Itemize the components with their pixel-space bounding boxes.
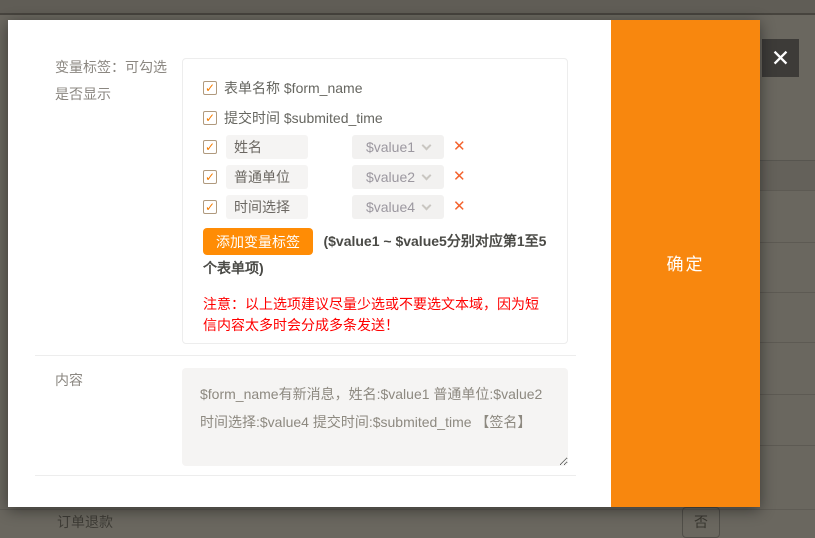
- field-name-input[interactable]: [226, 165, 308, 189]
- variable-row: ✓ $value2 ✕: [203, 165, 547, 189]
- checkbox[interactable]: ✓: [203, 111, 217, 125]
- chevron-down-icon: [422, 140, 432, 150]
- checkbox[interactable]: ✓: [203, 200, 217, 214]
- screen: 订单退款 否 ✕ 变量标签：可勾选是否显示 ✓ 表单名称 $form_name …: [0, 0, 815, 538]
- fixed-option-row: ✓ 表单名称 $form_name: [203, 77, 547, 99]
- background-table-line: [760, 242, 815, 243]
- checkbox[interactable]: ✓: [203, 81, 217, 95]
- remove-icon[interactable]: ✕: [453, 195, 466, 219]
- value-select-text: $value2: [366, 169, 415, 185]
- background-no-button: 否: [682, 507, 720, 538]
- section-divider: [35, 475, 576, 476]
- variable-row: ✓ $value4 ✕: [203, 195, 547, 219]
- sms-content-textarea[interactable]: $form_name有新消息，姓名:$value1 普通单位:$value2 时…: [182, 368, 568, 466]
- remove-icon[interactable]: ✕: [453, 165, 466, 189]
- chevron-down-icon: [422, 170, 432, 180]
- remove-icon[interactable]: ✕: [453, 135, 466, 159]
- checkbox[interactable]: ✓: [203, 140, 217, 154]
- background-table-line: [760, 190, 815, 191]
- background-table-line: [760, 342, 815, 343]
- background-row-label: 订单退款: [57, 512, 113, 532]
- variable-row: ✓ $value1 ✕: [203, 135, 547, 159]
- fixed-option-label: 提交时间 $submited_time: [224, 108, 383, 128]
- value-select[interactable]: $value4: [352, 195, 444, 219]
- content-label: 内容: [55, 370, 83, 390]
- field-name-input[interactable]: [226, 195, 308, 219]
- confirm-button[interactable]: 确定: [611, 250, 760, 275]
- background-top-divider: [0, 13, 815, 15]
- background-table-line: [760, 160, 815, 161]
- warning-text: 注意：以上选项建议尽量少选或不要选文本域，因为短信内容太多时会分成多条发送！: [203, 294, 547, 336]
- fixed-option-row: ✓ 提交时间 $submited_time: [203, 107, 547, 129]
- variable-options-box: ✓ 表单名称 $form_name ✓ 提交时间 $submited_time …: [182, 58, 568, 344]
- sms-variable-dialog: 变量标签：可勾选是否显示 ✓ 表单名称 $form_name ✓ 提交时间 $s…: [8, 20, 760, 507]
- chevron-down-icon: [422, 200, 432, 210]
- value-select-text: $value4: [366, 199, 415, 215]
- fixed-option-label: 表单名称 $form_name: [224, 78, 362, 98]
- add-variable-button[interactable]: 添加变量标签: [203, 228, 313, 255]
- close-icon[interactable]: ✕: [762, 39, 799, 77]
- section-divider: [35, 355, 576, 356]
- background-table-band: [760, 160, 815, 190]
- value-select[interactable]: $value1: [352, 135, 444, 159]
- background-table-line: [760, 292, 815, 293]
- value-select-text: $value1: [366, 139, 415, 155]
- background-table-line: [760, 394, 815, 395]
- checkbox[interactable]: ✓: [203, 170, 217, 184]
- value-select[interactable]: $value2: [352, 165, 444, 189]
- background-top-strip: [0, 0, 815, 13]
- field-name-input[interactable]: [226, 135, 308, 159]
- variable-section-label: 变量标签：可勾选是否显示: [55, 54, 173, 108]
- add-variable-row: 添加变量标签 ($value1 ~ $value5分别对应第1至5个表单项): [203, 228, 547, 282]
- confirm-panel: 确定: [611, 20, 760, 507]
- background-table-line: [760, 445, 815, 446]
